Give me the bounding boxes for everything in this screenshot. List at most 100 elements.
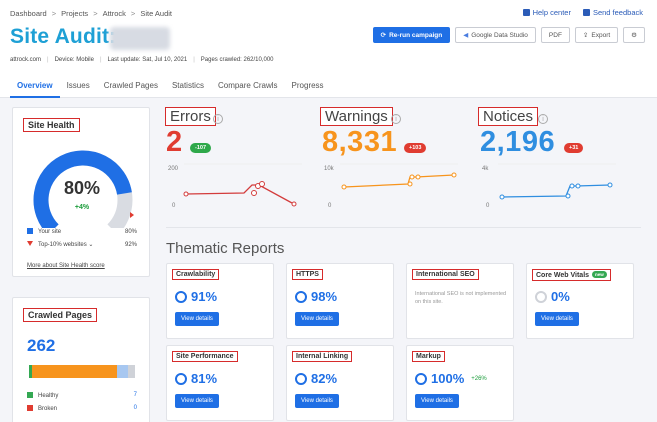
data-point	[183, 191, 189, 197]
card-score-value: 82%	[311, 371, 338, 386]
warnings-value[interactable]: 8,331	[322, 126, 397, 159]
toolbar: ⟳ Re-run campaign ◀ Google Data Studio PDF…	[372, 27, 645, 43]
meta-device: Device: Mobile	[54, 57, 94, 63]
blurred-project-name	[110, 27, 170, 50]
breadcrumb-separator: >	[130, 9, 136, 18]
row-name: Healthy	[38, 393, 59, 399]
view-details-button[interactable]: View details	[295, 312, 339, 326]
card-title: Core Web Vitals new	[532, 269, 611, 281]
divider: |	[193, 57, 195, 63]
tab-statistics[interactable]: Statistics	[165, 78, 211, 98]
tab-overview[interactable]: Overview	[10, 78, 60, 98]
divider: |	[47, 57, 49, 63]
breadcrumb-separator: >	[93, 9, 98, 18]
help-center-link[interactable]: Help center	[522, 8, 571, 17]
thematic-card-site-performance: Site Performance 81% View details	[166, 345, 274, 421]
breadcrumb-dashboard[interactable]: Dashboard	[10, 9, 47, 18]
crawled-row-broken[interactable]: Broken 0	[27, 405, 137, 412]
notices-value[interactable]: 2,196	[480, 126, 555, 159]
data-point	[565, 193, 571, 199]
progress-ring-icon	[295, 372, 307, 385]
data-point	[259, 181, 265, 187]
site-health-delta: +4%	[74, 204, 90, 211]
top10-marker	[130, 212, 134, 218]
breadcrumb-projects[interactable]: Projects	[61, 9, 88, 18]
card-score-value: 0%	[551, 289, 570, 304]
card-score-delta: +26%	[471, 375, 487, 382]
card-score: 91%	[175, 289, 217, 304]
send-feedback-link[interactable]: Send feedback	[582, 8, 643, 17]
bar-issues	[32, 365, 117, 378]
card-score-value: 91%	[191, 289, 218, 304]
top-links: Help center Send feedback	[522, 8, 643, 17]
data-point	[415, 174, 421, 180]
export-button[interactable]: ⇪ Export	[574, 27, 619, 43]
google-data-studio-button[interactable]: ◀ Google Data Studio	[455, 27, 536, 43]
warnings-line	[343, 174, 455, 188]
row-value: 0	[133, 405, 137, 411]
data-point	[575, 183, 581, 189]
view-details-button[interactable]: View details	[295, 394, 339, 408]
tab-compare-crawls[interactable]: Compare Crawls	[211, 78, 285, 98]
crawled-row-healthy[interactable]: Healthy 7	[27, 392, 137, 399]
chevron-down-icon[interactable]: ⌄	[88, 242, 93, 248]
thematic-card-https: HTTPS 98% View details	[286, 263, 394, 339]
legend-value: 92%	[124, 241, 137, 248]
data-point	[607, 182, 613, 188]
progress-ring-icon	[295, 290, 307, 303]
row-value: 7	[133, 392, 137, 398]
card-score: 98%	[295, 289, 337, 304]
view-details-button[interactable]: View details	[175, 394, 219, 408]
legend-your-site-label: Your site	[27, 228, 61, 235]
more-about-site-health-link[interactable]: More about Site Health score	[27, 263, 105, 269]
notices-label-text: Notices	[483, 108, 534, 125]
row-name: Broken	[38, 406, 58, 412]
errors-label: Errors	[165, 107, 216, 126]
crawled-pages-bar	[29, 365, 135, 378]
legend-your-site: Your site 80%	[27, 228, 137, 235]
breadcrumb-project[interactable]: Attrock	[103, 9, 126, 18]
thematic-card-core-web-vitals: Core Web Vitals new 0% View details	[526, 263, 634, 339]
legend-top10: Top-10% websites ⌄ 92%	[27, 241, 137, 248]
card-title-text: Core Web Vitals	[536, 272, 590, 279]
view-details-button[interactable]: View details	[175, 312, 219, 326]
view-details-button[interactable]: View details	[415, 394, 459, 408]
info-icon[interactable]: i	[538, 114, 548, 124]
crawled-pages-card: Crawled Pages 262 Healthy 7 Broken 0	[12, 297, 150, 422]
header: Dashboard > Projects > Attrock > Site Audit…	[0, 0, 657, 98]
audit-meta: attrock.com | Device: Mobile | Last update…	[10, 57, 274, 63]
card-score-value: 81%	[191, 371, 218, 386]
pdf-button[interactable]: PDF	[540, 27, 570, 43]
divider	[166, 227, 641, 228]
card-title: Markup	[412, 351, 445, 362]
errors-value[interactable]: 2	[166, 126, 183, 159]
card-score: 0%	[535, 289, 570, 304]
gds-label: Google Data Studio	[471, 31, 528, 39]
green-square-icon	[27, 392, 33, 398]
meta-last-update: Last update: Sat, Jul 10, 2021	[107, 57, 188, 63]
page-title: Site Audit:	[10, 25, 117, 48]
tab-progress[interactable]: Progress	[285, 78, 331, 98]
card-score: 82%	[295, 371, 337, 386]
rerun-campaign-button[interactable]: ⟳ Re-run campaign	[372, 27, 451, 43]
progress-ring-icon	[175, 290, 187, 303]
site-health-title: Site Health	[23, 118, 80, 132]
warnings-y-bottom: 0	[328, 203, 332, 209]
crawled-pages-value[interactable]: 262	[27, 336, 55, 356]
warnings-sparkline: 10k 0	[324, 163, 458, 209]
info-icon[interactable]: i	[391, 114, 401, 124]
tab-issues[interactable]: Issues	[60, 78, 97, 98]
info-icon[interactable]: i	[213, 114, 223, 124]
tab-crawled-pages[interactable]: Crawled Pages	[97, 78, 165, 98]
warnings-delta: +103	[404, 143, 427, 153]
settings-button[interactable]: ⚙	[623, 27, 645, 43]
data-point	[341, 184, 347, 190]
view-details-button[interactable]: View details	[535, 312, 579, 326]
row-label: Healthy	[27, 392, 58, 399]
card-score: 100% +26%	[415, 371, 487, 386]
card-score-value: 100%	[431, 371, 465, 386]
errors-y-top: 200	[168, 166, 179, 172]
new-badge: new	[592, 271, 607, 278]
card-score-value: 98%	[311, 289, 338, 304]
thematic-card-internal-linking: Internal Linking 82% View details	[286, 345, 394, 421]
